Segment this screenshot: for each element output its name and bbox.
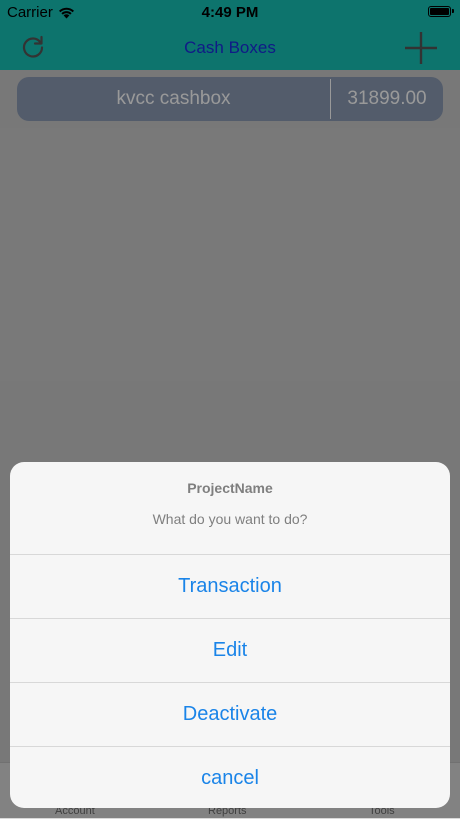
cancel-button[interactable]: cancel (10, 746, 450, 808)
edit-button[interactable]: Edit (10, 618, 450, 682)
action-sheet: ProjectName What do you want to do? Tran… (10, 462, 450, 808)
transaction-button[interactable]: Transaction (10, 554, 450, 618)
action-sheet-message: What do you want to do? (152, 511, 308, 527)
action-sheet-header: ProjectName What do you want to do? (10, 462, 450, 554)
action-sheet-title: ProjectName (187, 480, 273, 496)
deactivate-button[interactable]: Deactivate (10, 682, 450, 746)
